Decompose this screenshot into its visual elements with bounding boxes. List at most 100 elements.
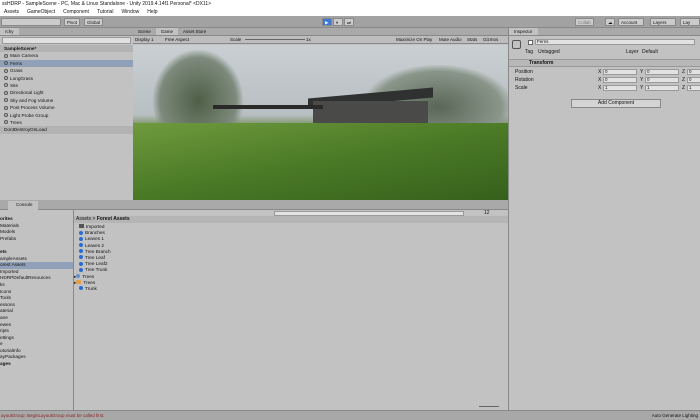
tag-label: Tag — [525, 49, 534, 55]
folder-tree-item[interactable]: ages — [0, 361, 73, 368]
folder-tree-item[interactable]: orites — [0, 216, 73, 223]
folder-tree-item[interactable]: Tools — [0, 295, 73, 302]
gameobject-icon — [512, 40, 521, 49]
tab-game[interactable]: Game — [155, 28, 179, 35]
hierarchy-search[interactable] — [2, 37, 131, 44]
folder-tree-item[interactable]: ettings — [0, 335, 73, 342]
rotation-z-field[interactable]: 0 — [687, 77, 700, 83]
maximize-on-play[interactable]: Maximize On Play — [396, 36, 432, 43]
stats-button[interactable]: Stats — [467, 36, 477, 43]
position-y-field[interactable]: 0 — [645, 69, 679, 75]
layout-dropdown[interactable]: Lay — [680, 18, 700, 26]
step-button[interactable]: ⏭ — [344, 18, 354, 26]
hierarchy-item[interactable]: Site — [0, 82, 133, 89]
menu-assets[interactable]: Assets — [4, 9, 19, 15]
menu-tutorial[interactable]: Tutorial — [97, 9, 114, 15]
material-icon — [79, 261, 83, 266]
object-name-field[interactable]: Ferns — [535, 39, 695, 45]
mute-audio[interactable]: Mute Audio — [439, 36, 462, 43]
aspect-dropdown[interactable]: Free Aspect — [165, 36, 189, 43]
transform-header[interactable]: Transform — [509, 59, 700, 67]
folder-tree-item[interactable]: ayPackages — [0, 354, 73, 361]
folder-tree-item[interactable]: Imported — [0, 269, 73, 276]
folder-tree-item[interactable]: ets — [0, 249, 73, 256]
folder-tree-item[interactable]: essons — [0, 302, 73, 309]
folder-tree-item[interactable]: orest Assets — [0, 262, 73, 269]
prefab-icon — [76, 274, 81, 278]
tab-asset-store[interactable]: Asset Store — [178, 28, 211, 35]
hierarchy-item[interactable]: LongGrass — [0, 75, 133, 82]
project-assets: 12 Assets > Forest Assets Imported Branch… — [74, 210, 508, 410]
global-button[interactable]: Global — [84, 18, 104, 26]
folder-tree-item[interactable]: Icons — [0, 289, 73, 296]
hierarchy-item[interactable]: Grass — [0, 67, 133, 74]
position-z-field[interactable]: 0 — [687, 69, 700, 75]
menu-window[interactable]: Window — [121, 9, 139, 15]
hierarchy-item-label: Ferns — [10, 60, 22, 66]
add-component-button[interactable]: Add Component — [571, 99, 661, 108]
status-error[interactable]: ayoutGroup: BeginLayoutGroup must be cal… — [1, 411, 105, 420]
collab-button[interactable]: Collab — [575, 18, 594, 26]
pause-button[interactable]: ⏸ — [333, 18, 343, 26]
hierarchy-item[interactable]: Trees — [0, 119, 133, 126]
account-dropdown[interactable]: Account — [618, 18, 644, 26]
hierarchy-item[interactable]: Main Camera — [0, 52, 133, 59]
layers-dropdown[interactable]: Layers — [650, 18, 676, 26]
scale-slider[interactable] — [245, 39, 305, 40]
hierarchy-item[interactable]: Directional Light — [0, 89, 133, 96]
position-x-field[interactable]: 0 — [603, 69, 637, 75]
rotation-x-field[interactable]: 0 — [603, 77, 637, 83]
scale-z-field[interactable]: 1 — [687, 85, 700, 91]
rotation-y-field[interactable]: 0 — [645, 77, 679, 83]
folder-tree-item[interactable]: Models — [0, 229, 73, 236]
menu-component[interactable]: Component — [63, 9, 89, 15]
tab-inspector[interactable]: Inspector — [509, 28, 538, 35]
dontdestroyonload[interactable]: DontDestroyOnLoad — [0, 126, 133, 134]
hierarchy-item[interactable]: Post Process Volume — [0, 104, 133, 111]
folder-tree-item[interactable]: Prefabs — [0, 236, 73, 243]
menu-help[interactable]: Help — [147, 9, 157, 15]
pivot-button[interactable]: Pivot — [64, 18, 81, 26]
game-viewport[interactable] — [133, 45, 508, 200]
tag-dropdown[interactable]: Untagged — [538, 49, 613, 55]
folder-tree-item[interactable]: ewes — [0, 322, 73, 329]
hierarchy-item[interactable]: Sky and Fog Volume — [0, 97, 133, 104]
scale-y-field[interactable]: 1 — [645, 85, 679, 91]
folder-tree-item[interactable]: ampleAssets — [0, 256, 73, 263]
transform-label: Scale — [515, 85, 528, 91]
folder-tree-item[interactable]: aterial — [0, 308, 73, 315]
breadcrumb-forest-assets[interactable]: Forest Assets — [97, 216, 130, 222]
icon-size-slider[interactable] — [479, 406, 499, 407]
transform-tools[interactable] — [1, 18, 61, 26]
play-button[interactable]: ▶ — [322, 18, 332, 26]
folder-tree-item[interactable]: utorialInfo — [0, 348, 73, 355]
layer-dropdown[interactable]: Default — [642, 49, 658, 55]
folder-tree-item[interactable]: ane — [0, 315, 73, 322]
scale-label: Scale — [230, 37, 242, 42]
folder-tree-item[interactable]: Materials — [0, 223, 73, 230]
material-icon — [79, 249, 83, 254]
tab-scene[interactable]: Scene — [133, 28, 156, 35]
cloud-icon[interactable]: ☁ — [605, 18, 615, 26]
folder-tree-item[interactable]: ks — [0, 282, 73, 289]
folder-tree-item[interactable]: HDRPDefaultResources — [0, 275, 73, 282]
gizmos-button[interactable]: Gizmos — [483, 36, 498, 43]
game-panel: Scene Game Asset Store Display 1 Free As… — [133, 28, 508, 200]
folder-tree-item[interactable]: e — [0, 341, 73, 348]
display-dropdown[interactable]: Display 1 — [135, 36, 154, 43]
axis-label: Y — [640, 77, 644, 83]
folder-tree-item[interactable] — [0, 242, 73, 249]
axis-label: Y — [640, 69, 644, 75]
scale-x-field[interactable]: 1 — [603, 85, 637, 91]
asset-item[interactable]: Trunk — [74, 286, 111, 292]
folder-tree-item[interactable]: ripts — [0, 328, 73, 335]
transform-label: Position — [515, 69, 533, 75]
tab-hierarchy[interactable]: rchy — [0, 28, 19, 35]
scene-root[interactable]: SampleScene* — [0, 45, 133, 53]
hierarchy-item[interactable]: Ferns — [0, 59, 133, 68]
hierarchy-item[interactable]: Light Probe Group — [0, 112, 133, 119]
breadcrumb-assets[interactable]: Assets — [76, 216, 91, 222]
menu-gameobject[interactable]: GameObject — [27, 9, 55, 15]
active-checkbox[interactable] — [528, 40, 533, 45]
tab-console[interactable]: Console — [8, 201, 38, 210]
